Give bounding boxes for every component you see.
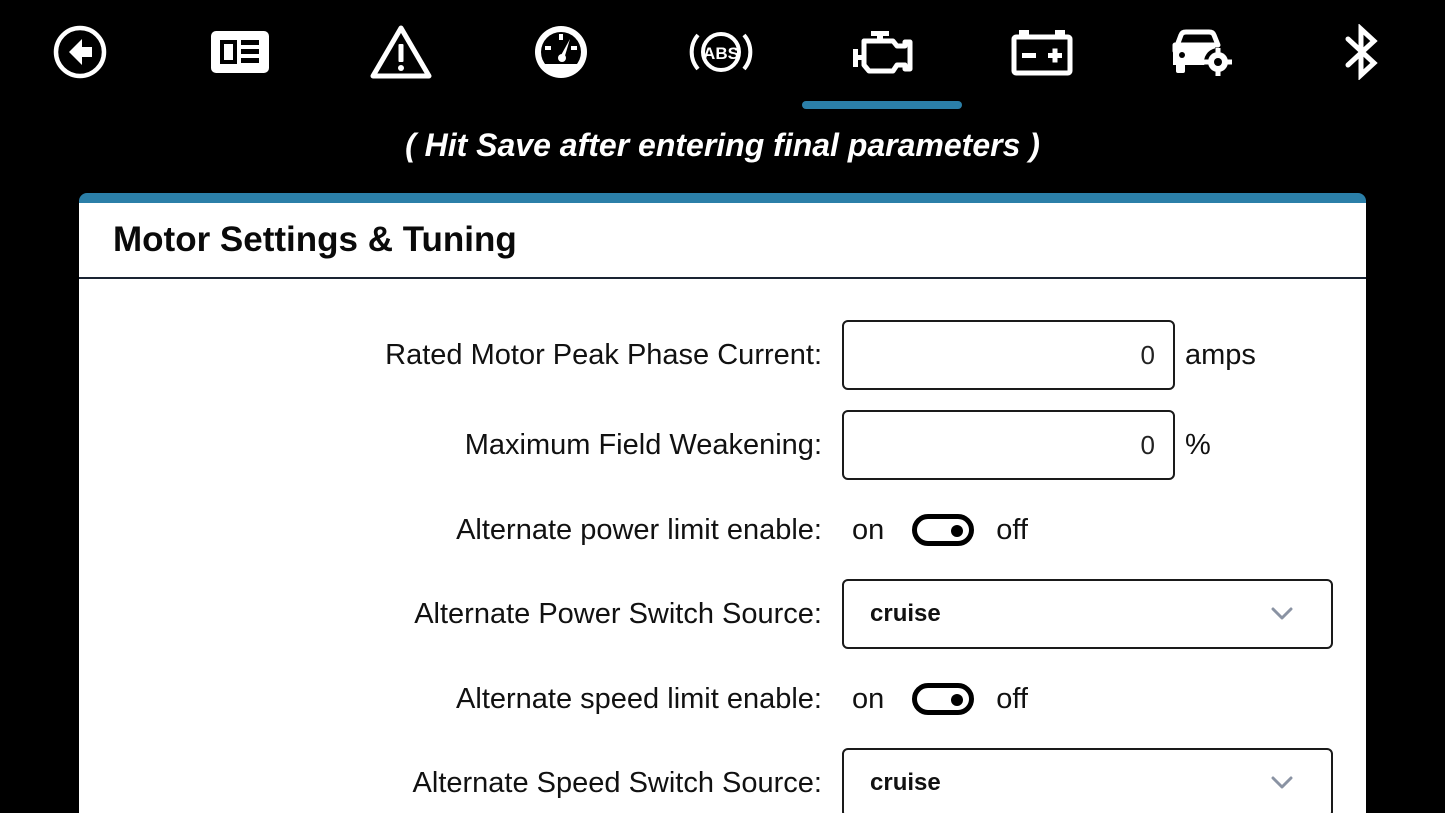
field-weakening-input[interactable] [842, 410, 1175, 480]
alt-speed-source-select[interactable]: cruise [842, 748, 1333, 813]
nav-back-button[interactable] [40, 14, 120, 90]
alt-speed-enable-toggle[interactable] [912, 683, 975, 715]
dashboard-card-icon [211, 31, 269, 73]
alt-power-enable-control: on off [852, 510, 1028, 550]
field-weakening-unit: % [1185, 429, 1211, 461]
svg-text:ABS: ABS [703, 44, 739, 63]
bluetooth-icon [1345, 24, 1378, 80]
peak-current-input[interactable] [842, 320, 1175, 390]
toggle-knob [951, 525, 964, 537]
alt-speed-enable-control: on off [852, 679, 1028, 719]
toggle-on-label: on [852, 682, 885, 715]
save-hint-text: ( Hit Save after entering final paramete… [405, 127, 1040, 163]
active-tab-indicator [802, 101, 962, 109]
warning-icon [370, 25, 432, 79]
toggle-on-label: on [852, 513, 885, 546]
nav-bluetooth-tab[interactable] [1322, 14, 1402, 90]
panel-header: Motor Settings & Tuning [79, 203, 1366, 279]
select-value: cruise [870, 769, 941, 796]
select-value: cruise [870, 600, 941, 627]
alt-power-enable-label: Alternate power limit enable: [456, 514, 822, 546]
engine-icon [853, 31, 913, 74]
alt-power-source-select[interactable]: cruise [842, 579, 1333, 649]
nav-vehicle-settings-tab[interactable] [1162, 14, 1242, 90]
app-root: ABS (Hit Save after entering final para… [0, 0, 1445, 813]
nav-dashboard-tab[interactable] [200, 14, 280, 90]
speedometer-icon [535, 26, 587, 78]
top-nav: ABS [0, 0, 1445, 112]
toggle-knob [951, 694, 964, 706]
alt-speed-enable-label: Alternate speed limit enable: [456, 683, 822, 715]
nav-battery-tab[interactable] [1002, 14, 1082, 90]
nav-warnings-tab[interactable] [361, 14, 441, 90]
back-arrow-icon [53, 25, 107, 79]
motor-settings-panel: Motor Settings & Tuning Rated Motor Peak… [79, 193, 1366, 813]
nav-gauges-tab[interactable] [521, 14, 601, 90]
toggle-off-label: off [996, 513, 1028, 546]
peak-current-label: Rated Motor Peak Phase Current: [385, 339, 822, 371]
battery-icon [1011, 30, 1073, 76]
panel-title: Motor Settings & Tuning [113, 220, 517, 259]
nav-abs-tab[interactable]: ABS [681, 14, 761, 90]
abs-icon: ABS [689, 32, 753, 72]
peak-current-unit: amps [1185, 339, 1256, 371]
car-settings-icon [1172, 29, 1232, 76]
alt-power-enable-toggle[interactable] [912, 514, 975, 546]
alt-speed-source-label: Alternate Speed Switch Source: [412, 767, 822, 799]
chevron-down-icon [1271, 607, 1293, 620]
nav-motor-tab[interactable] [842, 14, 922, 90]
toggle-off-label: off [996, 682, 1028, 715]
field-weakening-label: Maximum Field Weakening: [464, 429, 822, 461]
alt-power-source-label: Alternate Power Switch Source: [414, 598, 822, 630]
chevron-down-icon [1271, 776, 1293, 789]
